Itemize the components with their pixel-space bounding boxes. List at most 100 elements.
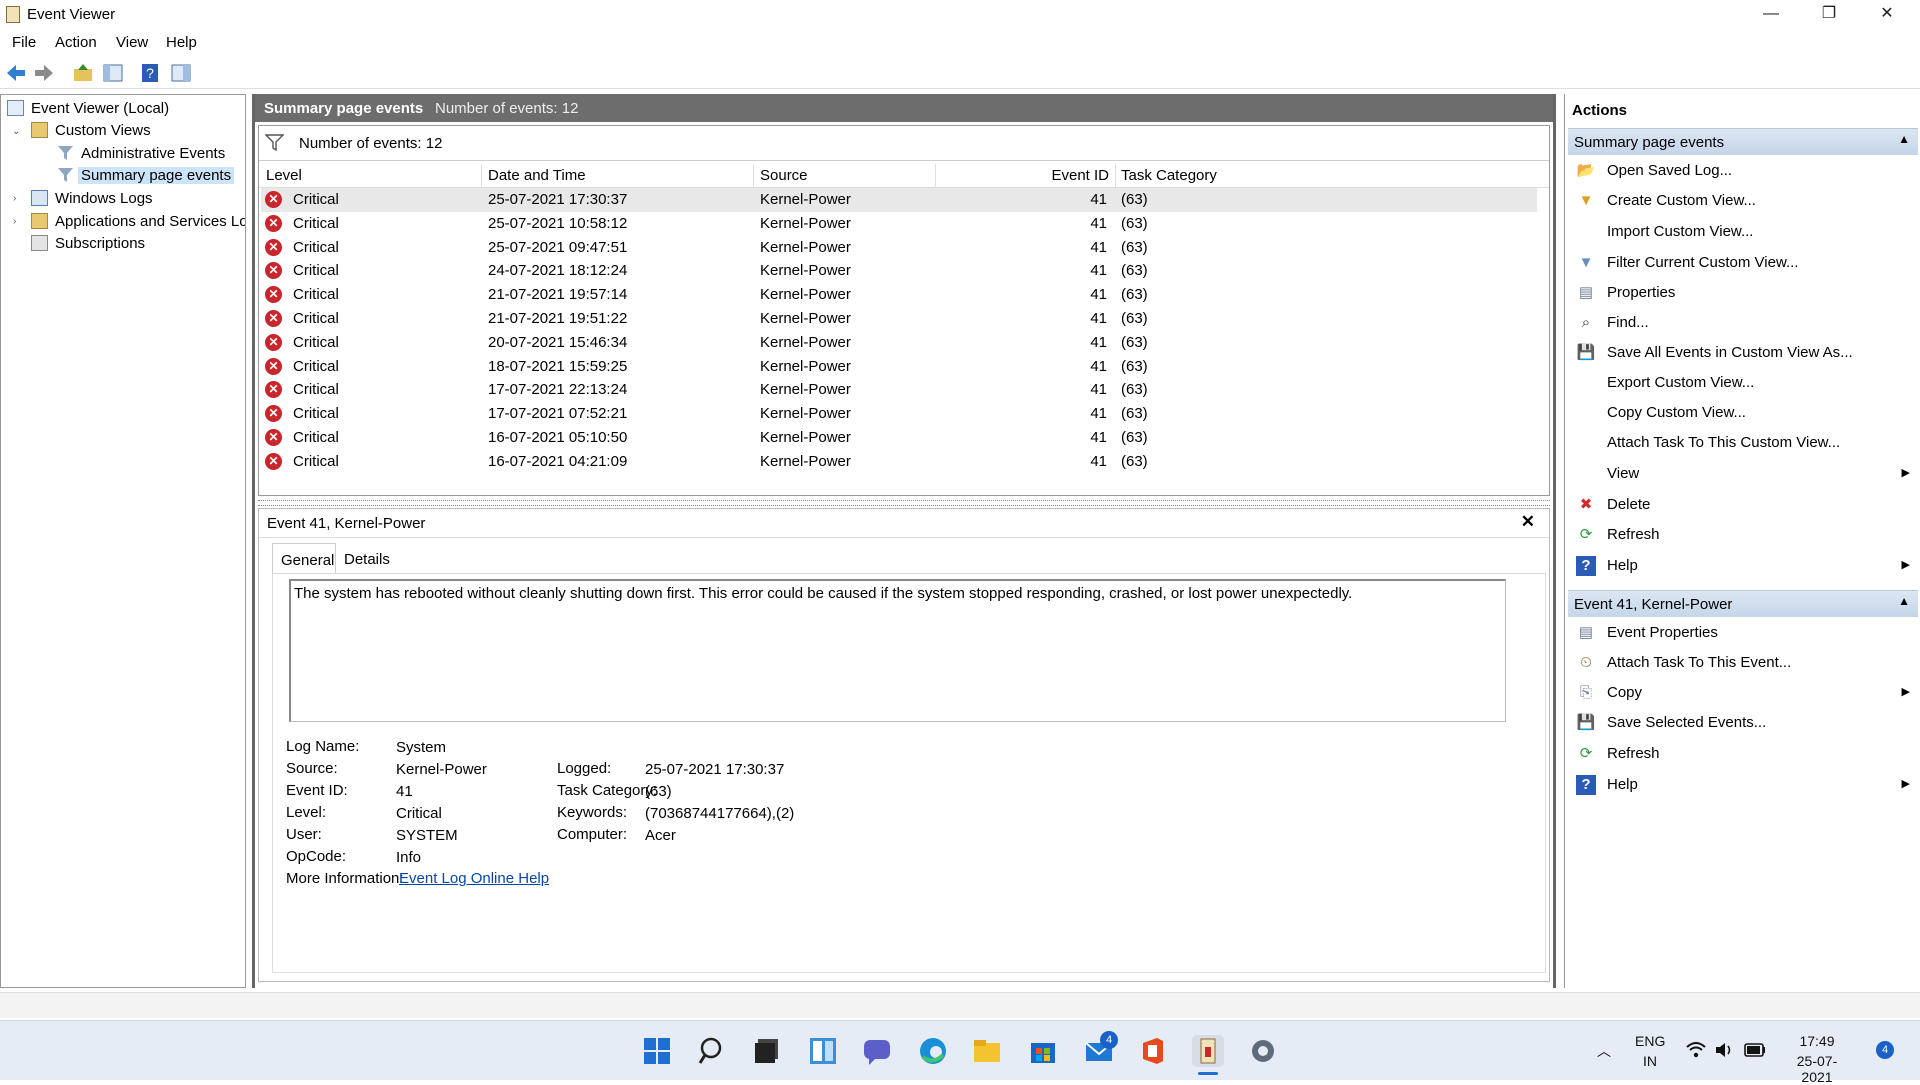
- action-save-selected-events[interactable]: 💾 Save Selected Events...: [1568, 708, 1918, 738]
- field-value-computer[interactable]: Acer: [645, 827, 676, 844]
- table-row[interactable]: ✕ Critical 25-07-2021 09:47:51 Kernel-Power…: [261, 236, 1537, 260]
- clock-date[interactable]: 25-07-2021: [1782, 1053, 1852, 1085]
- table-row[interactable]: ✕ Critical 18-07-2021 15:59:25 Kernel-Power…: [261, 355, 1537, 379]
- cell-task-category: (63): [1121, 405, 1148, 423]
- tab-general[interactable]: General: [272, 543, 336, 573]
- field-value-opcode[interactable]: Info: [396, 849, 421, 866]
- widgets-icon[interactable]: [807, 1035, 839, 1067]
- column-header-date-time[interactable]: Date and Time: [488, 167, 586, 189]
- action-find[interactable]: ⌕ Find...: [1568, 308, 1918, 338]
- field-value-task-category[interactable]: (63): [645, 783, 672, 800]
- column-divider[interactable]: [753, 164, 754, 188]
- action-help[interactable]: ? Help ▶: [1568, 770, 1918, 800]
- language-code[interactable]: ENG: [1635, 1033, 1665, 1049]
- actions-section-summary-page-events[interactable]: Summary page events ▲: [1568, 128, 1918, 155]
- action-save-all-events-in-custom-view-as[interactable]: 💾 Save All Events in Custom View As...: [1568, 338, 1918, 368]
- office-icon[interactable]: [1137, 1035, 1169, 1067]
- collapse-arrow-icon[interactable]: ▲: [1898, 594, 1910, 608]
- field-value-keywords[interactable]: (70368744177664),(2): [645, 805, 794, 822]
- column-header-task-category[interactable]: Task Category: [1121, 167, 1217, 189]
- action-export-custom-view[interactable]: Export Custom View...: [1568, 368, 1918, 398]
- expanded-chevron-icon[interactable]: ⌄: [12, 126, 20, 137]
- column-divider[interactable]: [481, 164, 482, 188]
- start-icon[interactable]: [641, 1035, 673, 1067]
- menu-view[interactable]: View: [116, 34, 148, 51]
- column-header-source[interactable]: Source: [760, 167, 808, 189]
- forward-icon[interactable]: [33, 62, 55, 84]
- back-icon[interactable]: [5, 62, 27, 84]
- action-refresh[interactable]: ⟳ Refresh: [1568, 520, 1918, 550]
- table-row[interactable]: ✕ Critical 17-07-2021 22:13:24 Kernel-Power…: [261, 378, 1537, 402]
- volume-icon[interactable]: [1714, 1041, 1734, 1059]
- action-delete[interactable]: ✖ Delete: [1568, 490, 1918, 520]
- column-header-event-id[interactable]: Event ID: [939, 167, 1109, 189]
- action-import-custom-view[interactable]: Import Custom View...: [1568, 217, 1918, 247]
- table-row[interactable]: ✕ Critical 17-07-2021 07:52:21 Kernel-Power…: [261, 402, 1537, 426]
- close-button[interactable]: ✕: [1858, 0, 1916, 28]
- show-hide-action-pane-icon[interactable]: [170, 62, 192, 84]
- event-description[interactable]: The system has rebooted without cleanly …: [289, 579, 1506, 722]
- search-icon[interactable]: [697, 1035, 729, 1067]
- action-attach-task-to-this-event[interactable]: ⏲ Attach Task To This Event...: [1568, 648, 1918, 678]
- column-divider[interactable]: [935, 164, 936, 188]
- task-view-icon[interactable]: [751, 1035, 783, 1067]
- action-help[interactable]: ? Help ▶: [1568, 551, 1918, 581]
- wifi-icon[interactable]: [1686, 1041, 1706, 1059]
- column-divider[interactable]: [1115, 164, 1116, 188]
- action-create-custom-view[interactable]: ▼ Create Custom View...: [1568, 186, 1918, 216]
- show-hidden-icons-chevron-icon[interactable]: ︿: [1597, 1041, 1611, 1061]
- field-value-logged[interactable]: 25-07-2021 17:30:37: [645, 761, 784, 778]
- menu-action[interactable]: Action: [55, 34, 97, 51]
- tab-details[interactable]: Details: [336, 543, 398, 573]
- action-open-saved-log[interactable]: 📂 Open Saved Log...: [1568, 156, 1918, 186]
- battery-icon[interactable]: [1744, 1043, 1766, 1057]
- menu-file[interactable]: File: [12, 34, 36, 51]
- event-log-online-help-link[interactable]: Event Log Online Help: [399, 870, 549, 887]
- action-refresh[interactable]: ⟳ Refresh: [1568, 739, 1918, 769]
- file-explorer-icon[interactable]: [971, 1035, 1003, 1067]
- field-value-user[interactable]: SYSTEM: [396, 827, 458, 844]
- table-row[interactable]: ✕ Critical 16-07-2021 04:21:09 Kernel-Power…: [261, 450, 1537, 474]
- actions-section-event-41[interactable]: Event 41, Kernel-Power ▲: [1568, 590, 1918, 617]
- table-row[interactable]: ✕ Critical 20-07-2021 15:46:34 Kernel-Power…: [261, 331, 1537, 355]
- maximize-button[interactable]: ❐: [1800, 0, 1858, 28]
- action-view[interactable]: View ▶: [1568, 459, 1918, 489]
- show-hide-tree-icon[interactable]: [102, 62, 124, 84]
- up-folder-icon[interactable]: [72, 62, 94, 84]
- help-icon[interactable]: ?: [139, 62, 161, 84]
- action-copy-custom-view[interactable]: Copy Custom View...: [1568, 398, 1918, 428]
- column-header-level[interactable]: Level: [266, 167, 302, 189]
- field-value-event-id[interactable]: 41: [396, 783, 413, 800]
- table-row[interactable]: ✕ Critical 24-07-2021 18:12:24 Kernel-Power…: [261, 259, 1537, 283]
- action-event-properties[interactable]: ▤ Event Properties: [1568, 618, 1918, 648]
- action-filter-current-custom-view[interactable]: ▼ Filter Current Custom View...: [1568, 248, 1918, 278]
- table-row[interactable]: ✕ Critical 25-07-2021 10:58:12 Kernel-Power…: [261, 212, 1537, 236]
- settings-icon[interactable]: [1247, 1035, 1279, 1067]
- menu-help[interactable]: Help: [166, 34, 197, 51]
- collapse-arrow-icon[interactable]: ▲: [1898, 132, 1910, 146]
- table-row[interactable]: ✕ Critical 25-07-2021 17:30:37 Kernel-Power…: [261, 188, 1537, 212]
- microsoft-store-icon[interactable]: [1027, 1035, 1059, 1067]
- submenu-arrow-icon: ▶: [1901, 467, 1910, 479]
- field-value-level[interactable]: Critical: [396, 805, 442, 822]
- action-properties[interactable]: ▤ Properties: [1568, 278, 1918, 308]
- pane-splitter[interactable]: [258, 500, 1550, 506]
- action-attach-task-to-this-custom-view[interactable]: Attach Task To This Custom View...: [1568, 428, 1918, 458]
- chat-icon[interactable]: [861, 1035, 893, 1067]
- field-value-source[interactable]: Kernel-Power: [396, 761, 487, 778]
- action-copy[interactable]: ⎘ Copy ▶: [1568, 678, 1918, 708]
- table-row[interactable]: ✕ Critical 21-07-2021 19:51:22 Kernel-Power…: [261, 307, 1537, 331]
- submenu-arrow-icon: ▶: [1901, 778, 1910, 790]
- notification-badge[interactable]: 4: [1876, 1041, 1894, 1059]
- close-detail-icon[interactable]: ✕: [1521, 512, 1535, 532]
- language-region[interactable]: IN: [1635, 1053, 1665, 1069]
- edge-browser-icon[interactable]: [917, 1035, 949, 1067]
- table-row[interactable]: ✕ Critical 16-07-2021 05:10:50 Kernel-Power…: [261, 426, 1537, 450]
- field-value-log-name[interactable]: System: [396, 739, 446, 756]
- event-viewer-taskbar-icon[interactable]: [1192, 1035, 1224, 1067]
- clock-time[interactable]: 17:49: [1782, 1033, 1852, 1049]
- collapsed-chevron-icon[interactable]: ›: [13, 216, 16, 227]
- collapsed-chevron-icon[interactable]: ›: [13, 193, 16, 204]
- minimize-button[interactable]: —: [1742, 0, 1800, 28]
- table-row[interactable]: ✕ Critical 21-07-2021 19:57:14 Kernel-Power…: [261, 283, 1537, 307]
